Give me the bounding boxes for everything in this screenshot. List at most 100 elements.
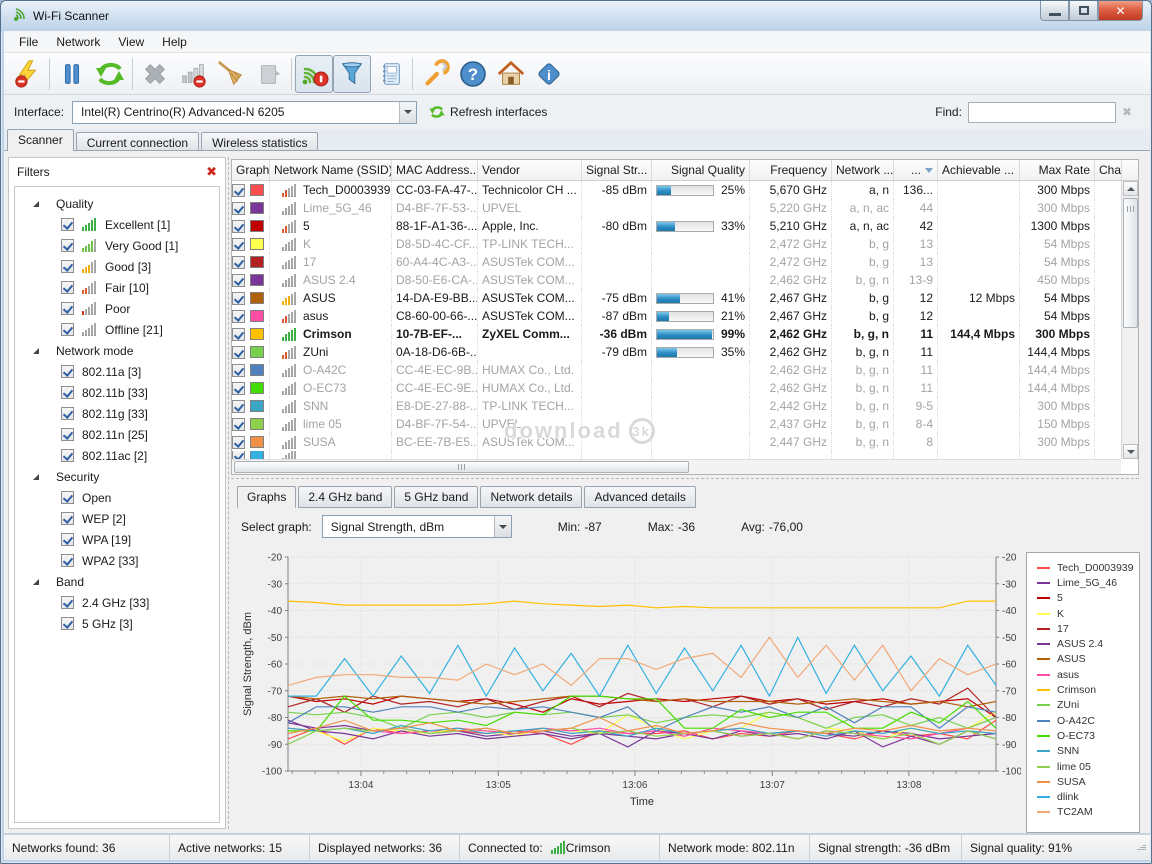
filter-item[interactable]: 802.11b [33] — [15, 382, 219, 403]
minimize-button[interactable] — [1040, 1, 1069, 21]
checkbox[interactable] — [61, 281, 74, 294]
checkbox[interactable] — [61, 449, 74, 462]
table-row[interactable]: ASUS 2.4 D8-50-E6-CA-... ASUSTek COM... 2,4… — [232, 271, 1138, 289]
column-header[interactable]: Signal Str... — [582, 160, 652, 180]
legend-item[interactable]: SUSA — [1037, 774, 1139, 789]
resize-grip[interactable] — [1137, 845, 1146, 850]
find-input[interactable] — [967, 101, 1116, 123]
checkbox[interactable] — [232, 327, 245, 341]
stop-scan-button[interactable] — [8, 55, 46, 93]
checkbox[interactable] — [232, 363, 245, 377]
checkbox[interactable] — [232, 417, 245, 431]
filter-group[interactable]: Security — [15, 466, 219, 487]
filter-item[interactable]: Good [3] — [15, 256, 219, 277]
filter-item[interactable]: Offline [21] — [15, 319, 219, 340]
checkbox[interactable] — [232, 399, 245, 413]
legend-item[interactable]: 17 — [1037, 621, 1139, 636]
tab-24ghz-band[interactable]: 2.4 GHz band — [298, 486, 393, 508]
legend-item[interactable]: ZUni — [1037, 698, 1139, 713]
legend-item[interactable]: ASUS 2.4 — [1037, 636, 1139, 651]
checkbox[interactable] — [61, 407, 74, 420]
checkbox[interactable] — [232, 237, 245, 251]
checkbox[interactable] — [61, 218, 74, 231]
checkbox[interactable] — [61, 428, 74, 441]
menu-network[interactable]: Network — [47, 32, 109, 52]
interface-select[interactable]: Intel(R) Centrino(R) Advanced-N 6205 — [72, 100, 418, 124]
filter-item[interactable]: 802.11n [25] — [15, 424, 219, 445]
tab-current-connection[interactable]: Current connection — [75, 132, 200, 151]
table-row[interactable]: Tech_D0003939 CC-03-FA-47-... Technicolor … — [232, 181, 1138, 199]
checkbox[interactable] — [232, 451, 245, 459]
maximize-button[interactable] — [1069, 1, 1098, 21]
tab-advanced-details[interactable]: Advanced details — [584, 486, 696, 508]
expander-icon[interactable] — [33, 473, 39, 480]
checkbox[interactable] — [232, 273, 245, 287]
legend-item[interactable]: ASUS — [1037, 652, 1139, 667]
checkbox[interactable] — [61, 302, 74, 315]
remove-inactive-button[interactable] — [174, 55, 212, 93]
checkbox[interactable] — [232, 219, 245, 233]
menu-view[interactable]: View — [109, 32, 153, 52]
filter-item[interactable]: Poor — [15, 298, 219, 319]
legend-item[interactable]: dlink — [1037, 789, 1139, 804]
expander-icon[interactable] — [33, 200, 39, 207]
filter-item[interactable]: 802.11g [33] — [15, 403, 219, 424]
filter-item[interactable]: 802.11ac [2] — [15, 445, 219, 466]
horizontal-splitter[interactable] — [231, 478, 1139, 479]
scroll-down-icon[interactable] — [1123, 444, 1138, 459]
filter-group[interactable]: Band — [15, 571, 219, 592]
tab-5ghz-band[interactable]: 5 GHz band — [394, 486, 479, 508]
legend-item[interactable]: K — [1037, 606, 1139, 621]
checkbox[interactable] — [61, 365, 74, 378]
checkbox[interactable] — [232, 435, 245, 449]
expander-icon[interactable] — [33, 578, 39, 585]
filter-item[interactable]: WEP [2] — [15, 508, 219, 529]
checkbox[interactable] — [61, 260, 74, 273]
table-row[interactable]: SUSA BC-EE-7B-E5... ASUSTek COM... 2,447 GH… — [232, 433, 1138, 451]
checkbox[interactable] — [61, 596, 74, 609]
rescan-button[interactable] — [91, 55, 129, 93]
about-button[interactable]: i — [530, 55, 568, 93]
column-header[interactable]: Graph — [232, 160, 270, 180]
table-row[interactable]: O-EC73 CC-4E-EC-9E... HUMAX Co., Ltd. 2,462… — [232, 379, 1138, 397]
checkbox[interactable] — [232, 183, 245, 197]
tab-wireless-statistics[interactable]: Wireless statistics — [201, 132, 319, 151]
checkbox[interactable] — [232, 255, 245, 269]
filter-item[interactable]: Very Good [1] — [15, 235, 219, 256]
alerts-off-button[interactable] — [295, 54, 333, 93]
column-header[interactable]: Max Rate — [1020, 160, 1095, 180]
checkbox[interactable] — [61, 533, 74, 546]
filter-item[interactable]: WPA [19] — [15, 529, 219, 550]
close-filters-icon[interactable]: ✖ — [206, 164, 217, 180]
table-row[interactable]: asus C8-60-00-66-... ASUSTek COM... -87 dBm… — [232, 307, 1138, 325]
checkbox[interactable] — [61, 554, 74, 567]
legend-item[interactable]: Tech_D0003939 — [1037, 560, 1139, 575]
checkbox[interactable] — [232, 309, 245, 323]
tab-graphs[interactable]: Graphs — [237, 486, 297, 508]
horizontal-scroll-thumb[interactable] — [234, 461, 689, 473]
legend-item[interactable]: lime 05 — [1037, 759, 1139, 774]
checkbox[interactable] — [232, 291, 245, 305]
scroll-up-icon[interactable] — [1123, 181, 1138, 196]
vertical-scrollbar[interactable] — [1121, 181, 1138, 459]
filter-item[interactable]: 2.4 GHz [33] — [15, 592, 219, 613]
legend-item[interactable]: Lime_5G_46 — [1037, 575, 1139, 590]
checkbox[interactable] — [61, 512, 74, 525]
expander-icon[interactable] — [33, 347, 39, 354]
clear-find-icon[interactable]: ✖ — [1122, 105, 1132, 119]
delete-button[interactable] — [136, 55, 174, 93]
filter-item[interactable]: 5 GHz [3] — [15, 613, 219, 634]
checkbox[interactable] — [232, 345, 245, 359]
filter-group[interactable]: Quality — [15, 193, 219, 214]
table-row[interactable]: ZUni 0A-18-D6-6B-... -79 dBm 35% 2,462 GHz b,… — [232, 343, 1138, 361]
column-header[interactable]: Vendor — [478, 160, 582, 180]
filter-item[interactable]: Open — [15, 487, 219, 508]
filter-item[interactable]: Fair [10] — [15, 277, 219, 298]
details-button[interactable] — [371, 55, 409, 93]
legend-item[interactable]: asus — [1037, 667, 1139, 682]
vertical-scroll-thumb[interactable] — [1123, 198, 1138, 328]
help-button[interactable]: ? — [454, 55, 492, 93]
tab-network-details[interactable]: Network details — [480, 486, 583, 508]
settings-button[interactable] — [416, 55, 454, 93]
column-header[interactable]: ... — [894, 160, 938, 180]
